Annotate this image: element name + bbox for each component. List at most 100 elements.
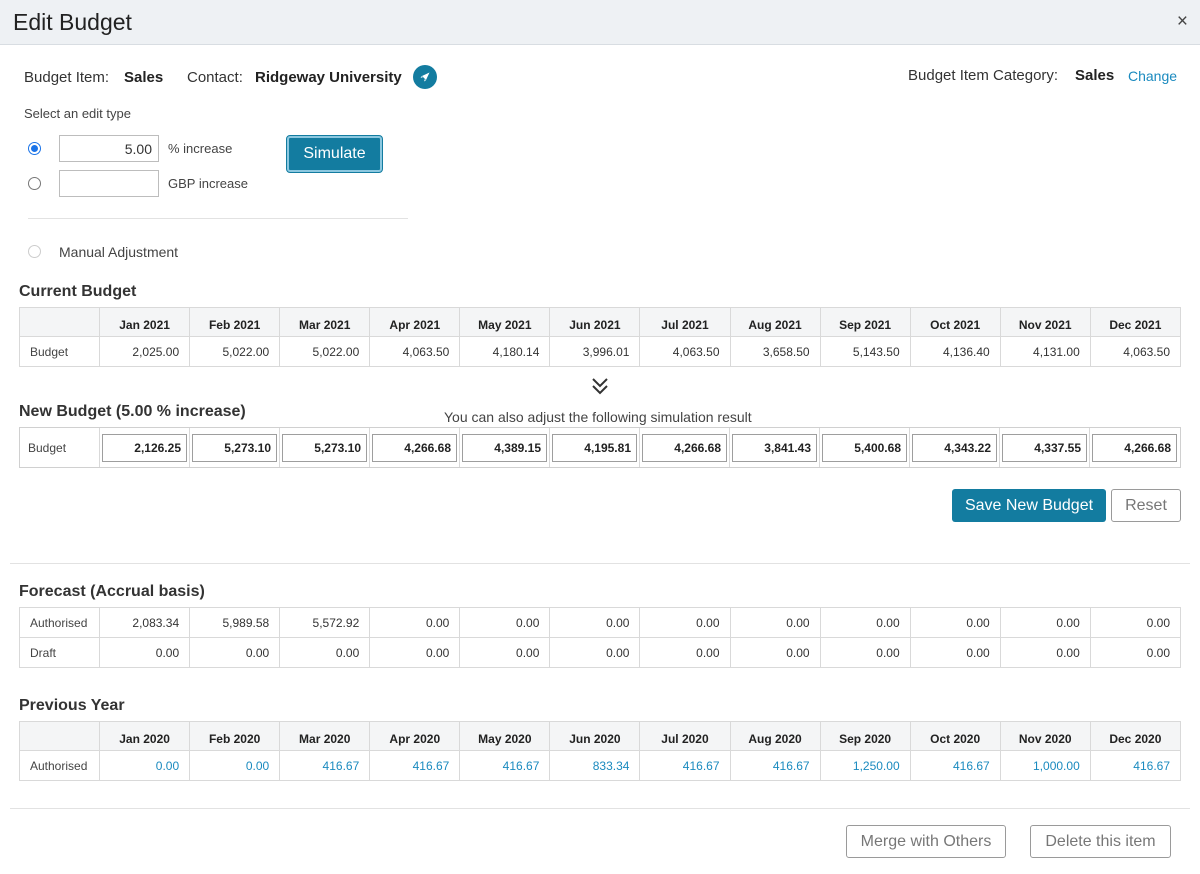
change-category-link[interactable]: Change [1128,68,1177,84]
budget-value-cell: 4,136.40 [909,336,1001,367]
rocket-icon[interactable] [413,65,437,89]
forecast-value-cell: 0.00 [369,607,461,638]
month-header: Feb 2020 [189,721,281,751]
forecast-value-cell: 0.00 [99,637,191,668]
month-header: Jun 2021 [549,307,641,337]
column-separator [189,428,190,467]
table-row: Draft 0.00 0.00 0.00 0.00 0.00 0.00 0.00 0.00 0.0… [18,637,1182,668]
column-separator [1089,428,1090,467]
new-budget-input[interactable]: 5,273.10 [192,434,277,462]
forecast-value-cell: 0.00 [819,607,911,638]
forecast-value-cell: 0.00 [189,637,281,668]
forecast-value-cell: 0.00 [459,637,551,668]
forecast-title: Forecast (Accrual basis) [19,583,205,600]
previous-year-link[interactable]: 1,000.00 [999,750,1091,781]
row-label: Budget [28,441,67,455]
new-budget-input[interactable]: 5,273.10 [282,434,367,462]
new-budget-input[interactable]: 4,343.22 [912,434,997,462]
previous-year-link[interactable]: 416.67 [1089,750,1182,781]
budget-value-cell: 4,063.50 [1089,336,1182,367]
new-budget-input[interactable]: 2,126.25 [102,434,187,462]
column-separator [729,428,730,467]
forecast-value-cell: 0.00 [549,607,641,638]
percent-increase-radio[interactable] [28,142,41,155]
divider [28,218,408,219]
previous-year-link[interactable]: 416.67 [459,750,551,781]
column-separator [909,428,910,467]
new-budget-input[interactable]: 4,195.81 [552,434,637,462]
row-label: Budget [18,336,101,367]
percent-increase-label: % increase [168,141,233,156]
previous-year-link[interactable]: 0.00 [189,750,281,781]
gbp-increase-radio[interactable] [28,177,41,190]
simulation-hint: You can also adjust the following simula… [444,409,752,425]
table-row: Authorised 0.00 0.00 416.67 416.67 416.67 833… [18,750,1182,781]
month-header: Apr 2020 [369,721,461,751]
new-budget-input[interactable]: 4,337.55 [1002,434,1087,462]
budget-value-cell: 3,658.50 [729,336,821,367]
forecast-value-cell: 0.00 [279,637,371,668]
forecast-value-cell: 0.00 [459,607,551,638]
month-header: Dec 2021 [1089,307,1182,337]
manual-adjustment-radio[interactable] [28,245,41,258]
forecast-value-cell: 0.00 [999,637,1091,668]
table-row: Authorised 2,083.34 5,989.58 5,572.92 0.00 0.… [18,607,1182,638]
month-header: Sep 2020 [819,721,911,751]
month-header: Mar 2021 [279,307,371,337]
new-budget-input[interactable]: 5,400.68 [822,434,907,462]
row-label: Draft [18,637,101,668]
budget-value-cell: 4,131.00 [999,336,1091,367]
save-new-budget-button[interactable]: Save New Budget [952,489,1106,522]
budget-value-cell: 5,143.50 [819,336,911,367]
category-value: Sales [1075,67,1115,84]
contact-value: Ridgeway University [255,69,402,86]
row-label: Authorised [18,607,101,638]
close-icon[interactable]: × [1177,12,1188,32]
delete-item-button[interactable]: Delete this item [1030,825,1171,858]
double-chevron-down-icon [592,378,608,395]
row-label: Authorised [18,750,101,781]
month-header: Oct 2020 [909,721,1001,751]
month-header: Aug 2020 [729,721,821,751]
divider [10,563,1190,564]
previous-year-link[interactable]: 416.67 [729,750,821,781]
forecast-value-cell: 0.00 [909,607,1001,638]
column-separator [639,428,640,467]
simulate-button[interactable]: Simulate [287,136,382,172]
month-header: Nov 2021 [999,307,1091,337]
percent-increase-input[interactable] [59,135,159,162]
forecast-value-cell: 0.00 [549,637,641,668]
month-header: Aug 2021 [729,307,821,337]
month-header: Jun 2020 [549,721,641,751]
previous-year-link[interactable]: 1,250.00 [819,750,911,781]
dialog-header: Edit Budget × [0,0,1200,45]
month-header: Jan 2021 [99,307,191,337]
new-budget-input[interactable]: 4,389.15 [462,434,547,462]
gbp-increase-label: GBP increase [168,176,248,191]
previous-year-link[interactable]: 416.67 [279,750,371,781]
month-header: Jul 2020 [639,721,731,751]
previous-year-link[interactable]: 416.67 [369,750,461,781]
month-header: Feb 2021 [189,307,281,337]
corner-cell [18,721,101,751]
new-budget-input[interactable]: 4,266.68 [1092,434,1177,462]
merge-with-others-button[interactable]: Merge with Others [846,825,1006,858]
previous-year-link[interactable]: 416.67 [639,750,731,781]
new-budget-input[interactable]: 3,841.43 [732,434,817,462]
column-separator [279,428,280,467]
month-header: Jul 2021 [639,307,731,337]
budget-item-value: Sales [124,69,164,86]
previous-year-link[interactable]: 416.67 [909,750,1001,781]
month-header: May 2020 [459,721,551,751]
previous-year-link[interactable]: 0.00 [99,750,191,781]
new-budget-input[interactable]: 4,266.68 [642,434,727,462]
month-header: Oct 2021 [909,307,1001,337]
reset-button[interactable]: Reset [1111,489,1181,522]
column-separator [819,428,820,467]
gbp-increase-input[interactable] [59,170,159,197]
previous-year-title: Previous Year [19,697,125,714]
previous-year-link[interactable]: 833.34 [549,750,641,781]
budget-value-cell: 4,063.50 [639,336,731,367]
new-budget-input[interactable]: 4,266.68 [372,434,457,462]
forecast-value-cell: 0.00 [369,637,461,668]
